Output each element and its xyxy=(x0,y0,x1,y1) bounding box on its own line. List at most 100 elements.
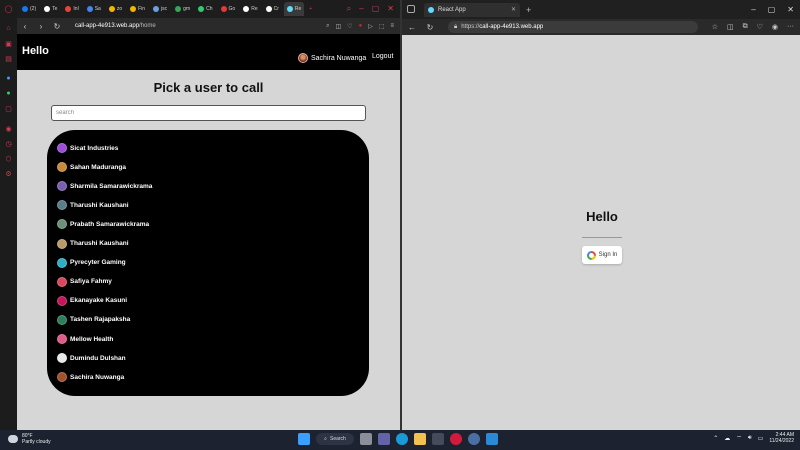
browser-tab[interactable]: zo xyxy=(106,2,125,16)
browser-tab[interactable]: Fin xyxy=(127,2,148,16)
user-list-item[interactable]: Tashen Rajapaksha xyxy=(57,314,130,325)
user-list-item[interactable]: Safiya Fahmy xyxy=(57,276,112,287)
app-icon[interactable] xyxy=(468,433,480,445)
forward-icon[interactable]: › xyxy=(37,22,45,31)
player-icon[interactable]: ▷ xyxy=(368,23,373,30)
url-prefix: https:// xyxy=(461,24,480,30)
workspaces-icon[interactable] xyxy=(407,5,415,13)
url-field[interactable]: call-app-4e913.web.app/home xyxy=(75,23,156,29)
windows-start-icon[interactable] xyxy=(298,433,310,445)
logout-button[interactable]: Logout xyxy=(372,53,393,60)
search-input[interactable] xyxy=(51,105,366,121)
user-list-item[interactable]: Sicat Industries xyxy=(57,143,118,153)
user-list-item[interactable]: Sharmila Samarawickrama xyxy=(57,181,152,192)
teams-chat-icon[interactable] xyxy=(378,433,390,445)
volume-icon[interactable]: 🔊︎ xyxy=(748,435,752,442)
whatsapp-icon[interactable]: ● xyxy=(4,89,13,98)
vscode-icon[interactable] xyxy=(486,433,498,445)
reload-icon[interactable]: ↻ xyxy=(426,23,434,32)
new-tab-icon[interactable]: + xyxy=(306,2,315,16)
browser-tab[interactable]: Go xyxy=(218,2,239,16)
login-title: Hello xyxy=(586,209,618,224)
search-icon[interactable]: ⌕ xyxy=(326,23,329,30)
task-view-icon[interactable] xyxy=(360,433,372,445)
user-list-item[interactable]: Ekanayake Kasuni xyxy=(57,295,127,306)
chevron-up-icon[interactable]: ⌃ xyxy=(713,435,718,442)
user-list-item[interactable]: Sahan Maduranga xyxy=(57,162,126,173)
browser-tab[interactable]: Sa xyxy=(84,2,104,16)
user-list-item[interactable]: Prabath Samarawickrama xyxy=(57,219,149,230)
close-tab-icon[interactable]: ✕ xyxy=(511,6,516,13)
browser-tab[interactable]: (2) xyxy=(19,2,39,16)
react-icon xyxy=(428,6,434,13)
extensions-icon[interactable]: ⬚ xyxy=(379,23,385,30)
bookmark-heart-icon[interactable]: ♡ xyxy=(347,23,352,30)
maximize-icon[interactable]: ▢ xyxy=(372,4,380,14)
user-list-item[interactable]: Sachira Nuwanga xyxy=(57,372,124,383)
split-screen-icon[interactable]: ◫ xyxy=(727,23,734,31)
back-icon[interactable]: ‹ xyxy=(21,22,29,31)
minimize-icon[interactable]: – xyxy=(751,5,755,14)
box-icon[interactable]: ⬡ xyxy=(4,154,13,163)
browser-tab[interactable]: gm xyxy=(172,2,193,16)
clock[interactable]: 2:44 AM 11/24/2022 xyxy=(769,432,794,444)
user-list-item[interactable]: Tharushi Kaushani xyxy=(57,238,129,249)
battery-icon[interactable]: ▭ xyxy=(758,435,764,442)
settings-icon[interactable]: ⚙ xyxy=(4,169,13,178)
favorites-star-icon[interactable]: ☆ xyxy=(712,23,718,31)
browser-tab[interactable]: jsc xyxy=(150,2,170,16)
browser-essentials-icon[interactable]: ♡ xyxy=(757,23,763,31)
reload-icon[interactable]: ↻ xyxy=(53,22,61,31)
opera-icon[interactable] xyxy=(450,433,462,445)
opera-logo-icon[interactable]: ◯ xyxy=(4,4,13,13)
window-controls: ⌕ – ▢ ✕ xyxy=(347,4,400,14)
browser-tab[interactable]: Re xyxy=(283,2,305,16)
tab-react-app[interactable]: React App ✕ xyxy=(424,2,520,17)
user-list-item[interactable]: Tharushi Kaushani xyxy=(57,200,129,211)
close-window-icon[interactable]: ✕ xyxy=(787,5,794,14)
tab-favicon-icon xyxy=(286,6,293,12)
browser-tab[interactable]: Re xyxy=(240,2,260,16)
tab-label: Te xyxy=(52,6,58,12)
network-icon[interactable]: ⌔ xyxy=(736,434,742,442)
menu-icon[interactable]: ≡ xyxy=(390,23,394,30)
search-tabs-icon[interactable]: ⌕ xyxy=(347,4,351,14)
cloud-sync-icon[interactable]: ☁ xyxy=(724,435,730,442)
user-list-item[interactable]: Mellow Health xyxy=(57,334,113,344)
app-header: Hello Sachira Nuwanga Logout xyxy=(17,34,400,70)
current-user[interactable]: Sachira Nuwanga xyxy=(298,53,366,63)
adblock-icon[interactable]: ● xyxy=(359,23,363,30)
file-explorer-icon[interactable] xyxy=(414,433,426,445)
tab-label: Inl xyxy=(73,6,79,12)
taskbar-search[interactable]: ⌕ Search xyxy=(316,433,354,445)
instagram-icon[interactable]: ▢ xyxy=(4,104,13,113)
store-icon[interactable] xyxy=(432,433,444,445)
new-tab-icon[interactable]: + xyxy=(526,5,531,15)
user-list-item[interactable]: Pyrecyter Gaming xyxy=(57,257,126,268)
tab-label: (2) xyxy=(30,6,37,12)
back-icon[interactable]: ← xyxy=(408,23,416,32)
edge-icon[interactable] xyxy=(396,433,408,445)
messenger-icon[interactable]: ● xyxy=(4,74,13,83)
browser-tab[interactable]: Inl xyxy=(62,2,81,16)
music-player-icon[interactable]: ◉ xyxy=(4,124,13,133)
tab-label: Sa xyxy=(94,6,101,12)
shopping-bag-icon[interactable]: ▣ xyxy=(4,39,13,48)
maximize-icon[interactable]: ▢ xyxy=(768,5,776,14)
collections-icon[interactable]: ⧉ xyxy=(743,23,748,31)
google-sign-in-button[interactable]: Sign In xyxy=(582,246,622,264)
more-icon[interactable]: ··· xyxy=(787,23,794,31)
snapshot-icon[interactable]: ◫ xyxy=(336,23,342,30)
home-icon[interactable]: ⌂ xyxy=(4,24,13,33)
weather-widget[interactable]: 80°F Partly cloudy xyxy=(8,433,51,445)
browser-tab[interactable]: Te xyxy=(41,2,60,16)
close-window-icon[interactable]: ✕ xyxy=(387,4,394,14)
minimize-icon[interactable]: – xyxy=(359,4,363,14)
history-icon[interactable]: ◷ xyxy=(4,139,13,148)
browser-tab[interactable]: Cr xyxy=(263,2,282,16)
browser-tab[interactable]: Ch xyxy=(195,2,215,16)
profile-icon[interactable]: ◉ xyxy=(772,23,778,31)
twitch-icon[interactable]: ▤ xyxy=(4,54,13,63)
user-list-item[interactable]: Dumindu Dulshan xyxy=(57,353,126,364)
url-field[interactable]: 🔒︎ https://call-app-4e913.web.app xyxy=(448,21,698,33)
